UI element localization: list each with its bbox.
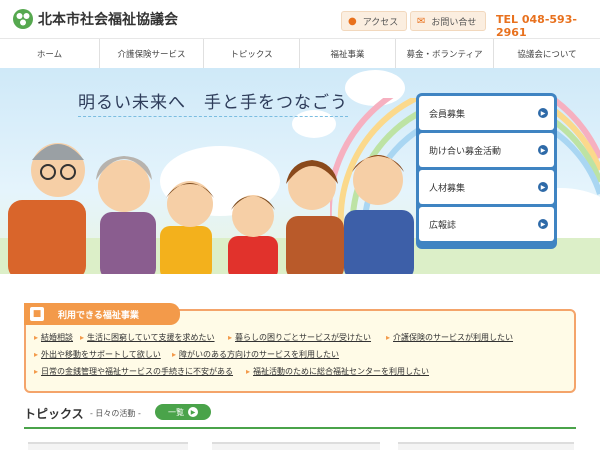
topics-list-button[interactable]: 一覧 ▶ xyxy=(155,404,211,420)
side-item-membership[interactable]: 会員募集 ▶ xyxy=(419,96,554,130)
chevron-right-icon: ▶ xyxy=(188,407,198,417)
main-nav: ホーム 介護保険サービス トピックス 福祉事業 募金・ボランティア 協議会につい… xyxy=(0,38,600,69)
service-link[interactable]: 福祉活動のために総合福祉センターを利用したい xyxy=(246,366,429,377)
topic-card[interactable] xyxy=(398,442,574,450)
chevron-right-icon: ▶ xyxy=(538,219,548,229)
side-item-label: 広報誌 xyxy=(429,220,457,231)
nav-item-care-insurance[interactable]: 介護保険サービス xyxy=(100,39,204,69)
hero-banner: 明るい未来へ 手と手をつなごう 会員募集 ▶ 助け合い募金活動 ▶ 人材募集 ▶… xyxy=(0,68,600,274)
nav-item-volunteer[interactable]: 募金・ボランティア xyxy=(396,39,494,69)
service-link[interactable]: 日常の金銭管理や福祉サービスの手続きに不安がある xyxy=(34,366,233,377)
logo-text: 北本市社会福祉協議会 xyxy=(38,12,178,28)
services-icon: ■ xyxy=(30,307,44,321)
side-item-label: 会員募集 xyxy=(429,109,466,120)
contact-label: お問い合せ xyxy=(431,17,477,28)
topic-card[interactable] xyxy=(28,442,188,450)
site-logo[interactable]: 北本市社会福祉協議会 xyxy=(12,8,178,30)
phone-number[interactable]: TEL 048-593-2961 xyxy=(496,13,600,39)
service-link[interactable]: 障がいのある方向けのサービスを利用したい xyxy=(172,349,339,360)
service-link[interactable]: 結婚相談 xyxy=(34,332,73,343)
topics-title: トピックス xyxy=(24,407,84,421)
hero-divider xyxy=(78,116,348,117)
side-item-label: 助け合い募金活動 xyxy=(429,146,502,157)
family-illustration xyxy=(8,143,414,274)
mail-icon: ✉ xyxy=(417,15,426,27)
contact-button[interactable]: ✉ お問い合せ xyxy=(410,11,486,31)
topics-divider xyxy=(24,427,576,429)
service-link[interactable]: 外出や移動をサポートして欲しい xyxy=(34,349,161,360)
nav-item-welfare[interactable]: 福祉事業 xyxy=(300,39,396,69)
topic-card[interactable] xyxy=(212,442,380,450)
access-button[interactable]: ● アクセス xyxy=(341,11,407,31)
chevron-right-icon: ▶ xyxy=(538,145,548,155)
service-link[interactable]: 生活に困窮していて支援を求めたい xyxy=(80,332,215,343)
side-menu: 会員募集 ▶ 助け合い募金活動 ▶ 人材募集 ▶ 広報誌 ▶ xyxy=(416,93,557,249)
nav-item-home[interactable]: ホーム xyxy=(0,39,100,69)
logo-icon xyxy=(13,9,33,29)
nav-item-topics[interactable]: トピックス xyxy=(204,39,300,69)
topics-list-label: 一覧 xyxy=(168,407,184,417)
services-heading: ■ 利用できる福祉事業 xyxy=(24,303,180,325)
service-link[interactable]: 暮らしの困りごとサービスが受けたい xyxy=(228,332,371,343)
hero-title: 明るい未来へ 手と手をつなごう xyxy=(78,93,348,113)
access-label: アクセス xyxy=(362,17,399,28)
chevron-right-icon: ▶ xyxy=(538,182,548,192)
nav-item-about[interactable]: 協議会について xyxy=(494,39,600,69)
map-pin-icon: ● xyxy=(348,15,357,27)
services-title: 利用できる福祉事業 xyxy=(58,310,139,321)
topics-subtitle: - 日々の活動 - xyxy=(90,409,141,418)
side-item-newsletter[interactable]: 広報誌 ▶ xyxy=(419,207,554,241)
side-item-fundraising[interactable]: 助け合い募金活動 ▶ xyxy=(419,133,554,167)
service-link[interactable]: 介護保険のサービスが利用したい xyxy=(386,332,513,343)
side-item-recruitment[interactable]: 人材募集 ▶ xyxy=(419,170,554,204)
chevron-right-icon: ▶ xyxy=(538,108,548,118)
side-item-label: 人材募集 xyxy=(429,183,466,194)
site-header: 北本市社会福祉協議会 ● アクセス ✉ お問い合せ TEL 048-593-29… xyxy=(0,0,600,39)
